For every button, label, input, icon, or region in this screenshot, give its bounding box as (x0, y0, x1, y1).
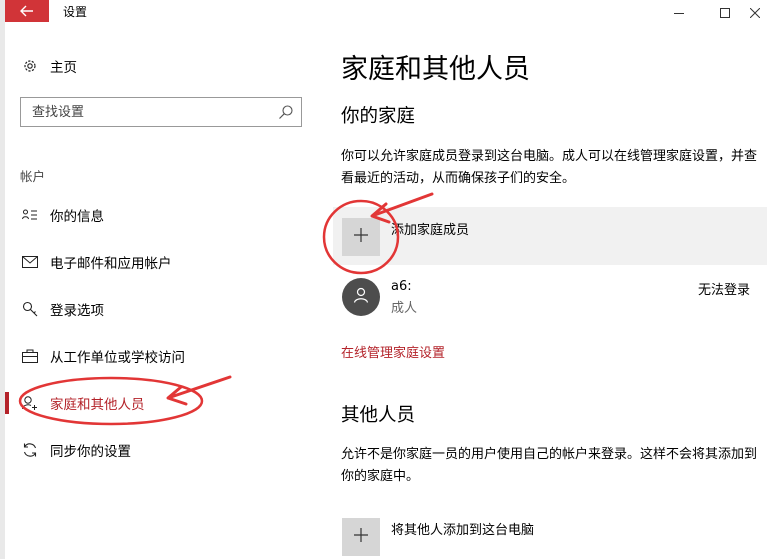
selected-indicator (5, 392, 9, 414)
maximize-icon (720, 3, 730, 22)
minimize-icon (674, 3, 684, 22)
add-family-member-button[interactable] (342, 218, 380, 256)
close-button[interactable] (736, 0, 774, 24)
mail-icon (20, 252, 40, 272)
window-title: 设置 (63, 5, 88, 19)
briefcase-icon (20, 346, 40, 366)
manage-family-online-link[interactable]: 在线管理家庭设置 (341, 342, 445, 361)
minimize-button[interactable] (656, 0, 702, 24)
sync-icon (20, 440, 40, 460)
others-description: 允许不是你家庭一员的用户使用自己的帐户来登录。这样不会将其添加到你的家庭中。 (341, 447, 758, 484)
plus-icon (353, 227, 369, 247)
add-other-person-button[interactable] (342, 518, 380, 556)
sidebar-item-label: 从工作单位或学校访问 (50, 350, 185, 366)
others-heading: 其他人员 (341, 405, 416, 426)
title-bar: 设置 (0, 0, 774, 30)
sidebar-item-family[interactable]: 家庭和其他人员 (20, 391, 145, 415)
member-status: 无法登录 (698, 283, 751, 298)
key-icon (20, 299, 40, 319)
person-list-icon (20, 205, 40, 225)
sidebar-item-label: 你的信息 (50, 209, 104, 225)
plus-icon (353, 527, 369, 547)
back-button[interactable] (5, 0, 49, 22)
sidebar-item-sign-in-options[interactable]: 登录选项 (20, 297, 104, 321)
search-input[interactable] (21, 98, 271, 126)
family-heading: 你的家庭 (341, 106, 416, 127)
sidebar-item-label: 家庭和其他人员 (50, 397, 145, 413)
avatar[interactable] (342, 278, 380, 316)
add-person-icon (20, 393, 40, 413)
sidebar-item-label: 登录选项 (50, 303, 104, 319)
sidebar-item-work-school[interactable]: 从工作单位或学校访问 (20, 344, 185, 368)
page-title: 家庭和其他人员 (341, 54, 530, 85)
close-icon (749, 3, 761, 22)
person-icon (352, 286, 370, 308)
sidebar-home[interactable]: 主页 (20, 54, 77, 78)
window-left-edge (0, 0, 5, 559)
member-name[interactable]: a6: (391, 279, 412, 294)
sidebar-item-email-accounts[interactable]: 电子邮件和应用帐户 (20, 250, 172, 274)
gear-icon (20, 56, 40, 76)
search-icon[interactable] (278, 104, 294, 120)
annotation-arrow (166, 375, 232, 406)
add-family-member-label[interactable]: 添加家庭成员 (391, 219, 469, 238)
sidebar-item-label: 同步你的设置 (50, 444, 131, 460)
search-box[interactable] (20, 97, 302, 127)
sidebar-home-label: 主页 (50, 60, 77, 76)
sidebar-item-sync[interactable]: 同步你的设置 (20, 438, 131, 462)
sidebar-item-your-info[interactable]: 你的信息 (20, 203, 104, 227)
sidebar-item-label: 电子邮件和应用帐户 (50, 256, 172, 272)
family-description: 你可以允许家庭成员登录到这台电脑。成人可以在线管理家庭设置，并查看最近的活动，从… (341, 149, 758, 186)
arrow-left-icon (20, 2, 34, 21)
add-other-person-label[interactable]: 将其他人添加到这台电脑 (391, 519, 534, 538)
section-label-accounts: 帐户 (20, 169, 46, 184)
member-role: 成人 (391, 301, 418, 316)
